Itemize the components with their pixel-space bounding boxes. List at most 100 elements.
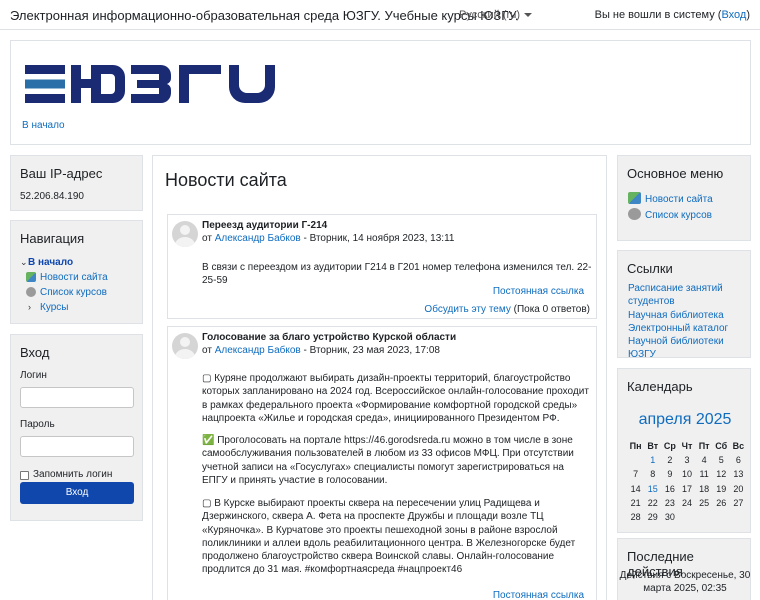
chevron-right-icon: › bbox=[28, 302, 31, 312]
post-paragraph: ✅ Проголосовать на портале https://46.go… bbox=[202, 435, 574, 486]
calendar-day: 20 bbox=[733, 483, 744, 494]
ip-block: Ваш IP-адрес 52.206.84.190 bbox=[10, 155, 143, 211]
calendar-day: 28 bbox=[630, 511, 641, 522]
username-input[interactable] bbox=[20, 387, 134, 408]
main-menu-news[interactable]: Новости сайта bbox=[628, 192, 713, 205]
calendar-day: 22 bbox=[647, 497, 658, 508]
gear-icon bbox=[628, 208, 641, 220]
calendar-day: 14 bbox=[630, 483, 641, 494]
calendar-day: 18 bbox=[699, 483, 710, 494]
post-body: В связи с переездом из аудитории Г214 в … bbox=[202, 262, 592, 287]
calendar-day: 25 bbox=[699, 497, 710, 508]
login-info: Вы не вошли в систему (Вход) bbox=[595, 9, 750, 21]
calendar-day: 27 bbox=[733, 497, 744, 508]
calendar-weekday: Вт bbox=[647, 441, 659, 451]
post-author-line: от Александр Бабков - Вторник, 14 ноября… bbox=[202, 233, 454, 244]
calendar-day: 4 bbox=[701, 455, 707, 466]
post-author-line: от Александр Бабков - Вторник, 23 мая 20… bbox=[202, 345, 440, 356]
main-menu-news-label[interactable]: Новости сайта bbox=[645, 194, 713, 205]
calendar-empty-cell bbox=[696, 510, 713, 524]
login-link[interactable]: Вход bbox=[721, 9, 746, 21]
link-library[interactable]: Научная библиотека bbox=[628, 309, 748, 322]
link-catalog[interactable]: Электронный каталог Научной библиотеки Ю… bbox=[628, 322, 748, 362]
language-label: Русский (ru) bbox=[459, 9, 520, 21]
username-label: Логин bbox=[20, 370, 47, 381]
calendar-day[interactable]: 1 bbox=[644, 453, 661, 467]
calendar-weekday: Пт bbox=[698, 441, 710, 451]
calendar-day: 8 bbox=[650, 469, 656, 480]
login-submit-button[interactable]: Вход bbox=[20, 482, 134, 504]
recent-activity-block: Последние действия Действия с Воскресень… bbox=[617, 538, 751, 600]
calendar-day: 10 bbox=[681, 469, 692, 480]
main-menu-courses[interactable]: Список курсов bbox=[628, 208, 712, 221]
calendar-empty-cell bbox=[627, 453, 644, 467]
remember-checkbox[interactable] bbox=[20, 471, 29, 480]
remember-label: Запомнить логин bbox=[33, 469, 113, 480]
login-close-paren: ) bbox=[746, 9, 750, 21]
link-schedule[interactable]: Расписание занятий студентов bbox=[628, 282, 748, 309]
post-discuss-line: Обсудить эту тему (Пока 0 ответов) bbox=[424, 304, 590, 315]
calendar-empty-cell bbox=[730, 510, 747, 524]
post-date: - Вторник, 23 мая 2023, 17:08 bbox=[300, 345, 440, 356]
calendar-title: Календарь bbox=[627, 379, 693, 394]
nav-home-label[interactable]: В начало bbox=[28, 257, 73, 268]
calendar-weekday: Чт bbox=[681, 441, 693, 451]
post-author-link[interactable]: Александр Бабков bbox=[215, 233, 301, 244]
calendar-day: 26 bbox=[716, 497, 727, 508]
calendar-day: 17 bbox=[681, 483, 692, 494]
calendar-day: 12 bbox=[716, 469, 727, 480]
chevron-down-icon: ⌄ bbox=[20, 257, 28, 267]
calendar-day: 11 bbox=[699, 469, 709, 480]
permalink-link[interactable]: Постоянная ссылка bbox=[493, 590, 584, 600]
nav-courses-list-label[interactable]: Список курсов bbox=[40, 287, 107, 298]
calendar-weekday: Вс bbox=[732, 441, 745, 451]
forum-icon bbox=[26, 272, 36, 282]
permalink-link[interactable]: Постоянная ссылка bbox=[493, 286, 584, 297]
avatar[interactable] bbox=[172, 333, 198, 359]
calendar-day: 7 bbox=[633, 469, 639, 480]
page-header: В начало bbox=[10, 40, 751, 145]
navigation-block: Навигация ⌄В начало Новости сайта Список… bbox=[10, 220, 143, 324]
top-navbar: Электронная информационно-образовательна… bbox=[0, 0, 760, 30]
links-block: Ссылки Расписание занятий студентов Науч… bbox=[617, 250, 751, 360]
swsu-logo-icon bbox=[25, 65, 275, 103]
post-date: - Вторник, 14 ноября 2023, 13:11 bbox=[300, 233, 455, 244]
forum-post: Голосование за благо устройство Курской … bbox=[167, 326, 597, 600]
discuss-topic-link[interactable]: Обсудить эту тему bbox=[424, 304, 510, 315]
calendar-month[interactable]: апреля 2025 bbox=[618, 411, 752, 429]
navigation-block-title: Навигация bbox=[20, 231, 85, 246]
nav-courses[interactable]: › Курсы bbox=[28, 302, 68, 313]
nav-news-label[interactable]: Новости сайта bbox=[40, 272, 108, 283]
calendar-block: Календарь апреля 2025 Пн Вт Ср Чт Пт Сб Вс 1 2 3 4… bbox=[617, 368, 751, 533]
main-region: Новости сайта Переезд аудитории Г-214 от… bbox=[152, 155, 607, 600]
post-author-link[interactable]: Александр Бабков bbox=[215, 345, 301, 356]
avatar[interactable] bbox=[172, 221, 198, 247]
nav-courses-label[interactable]: Курсы bbox=[40, 302, 68, 313]
site-name[interactable]: Электронная информационно-образовательна… bbox=[10, 8, 518, 23]
calendar-day: 5 bbox=[718, 455, 724, 466]
calendar-day: 13 bbox=[733, 469, 744, 480]
post-subject: Переезд аудитории Г-214 bbox=[202, 220, 328, 231]
site-logo[interactable] bbox=[25, 65, 283, 106]
calendar-weekday: Сб bbox=[715, 441, 728, 451]
replies-count: (Пока 0 ответов) bbox=[510, 304, 590, 315]
breadcrumb-home[interactable]: В начало bbox=[22, 120, 65, 131]
calendar-day: 23 bbox=[664, 497, 675, 508]
main-menu-courses-label[interactable]: Список курсов bbox=[645, 210, 712, 221]
password-input[interactable] bbox=[20, 436, 134, 457]
language-menu[interactable]: Русский (ru) bbox=[459, 9, 532, 21]
calendar-day: 6 bbox=[735, 455, 741, 466]
login-block-title: Вход bbox=[20, 345, 50, 360]
ip-address: 52.206.84.190 bbox=[20, 191, 84, 202]
post-by: от bbox=[202, 345, 215, 356]
post-by: от bbox=[202, 233, 215, 244]
not-logged-in-text: Вы не вошли в систему ( bbox=[594, 9, 722, 21]
calendar-day: 30 bbox=[664, 511, 675, 522]
calendar-weekday: Пн bbox=[629, 441, 642, 451]
calendar-day: 19 bbox=[716, 483, 727, 494]
forum-post: Переезд аудитории Г-214 от Александр Баб… bbox=[167, 214, 597, 319]
nav-home[interactable]: ⌄В начало bbox=[20, 257, 73, 268]
nav-news[interactable]: Новости сайта bbox=[26, 272, 108, 283]
calendar-day[interactable]: 15 bbox=[644, 482, 661, 496]
nav-courses-list[interactable]: Список курсов bbox=[26, 287, 107, 298]
